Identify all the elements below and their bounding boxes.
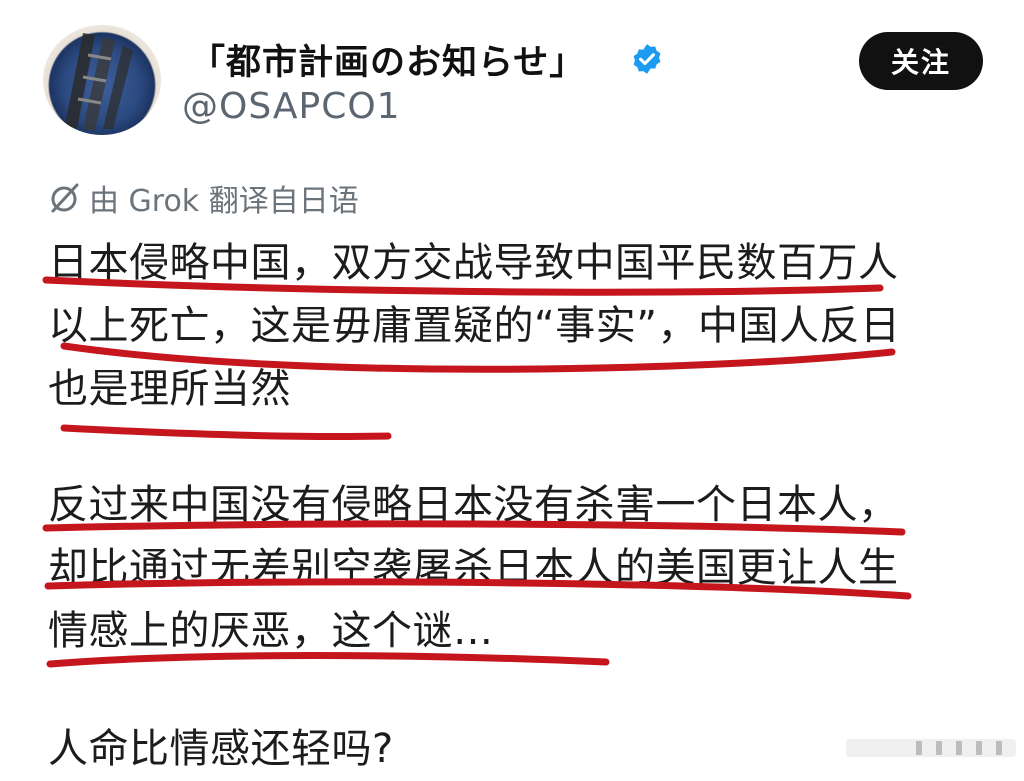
account-handle[interactable]: @OSAPCO1 xyxy=(182,86,401,127)
post-paragraph-1: 日本侵略中国，双方交战导致中国平民数百万人 以上死亡，这是毋庸置疑的“事实”，中… xyxy=(48,240,901,412)
grok-icon xyxy=(51,183,79,213)
watermark-logo xyxy=(846,739,1016,757)
post-paragraph-2: 反过来中国没有侵略日本没有杀害一个日本人， 却比通过无差别空袭屠杀日本人的美国更… xyxy=(48,482,899,654)
underline-stroke xyxy=(60,424,392,441)
display-name[interactable]: 「都市計画のお知らせ」 xyxy=(190,34,585,85)
translation-notice[interactable]: 由 Grok 翻译自日语 xyxy=(47,176,359,220)
translation-label: 由 Grok 翻译自日语 xyxy=(89,184,359,219)
follow-button[interactable]: 关注 xyxy=(859,32,983,90)
avatar[interactable] xyxy=(43,25,161,135)
verified-badge-icon xyxy=(633,44,661,74)
